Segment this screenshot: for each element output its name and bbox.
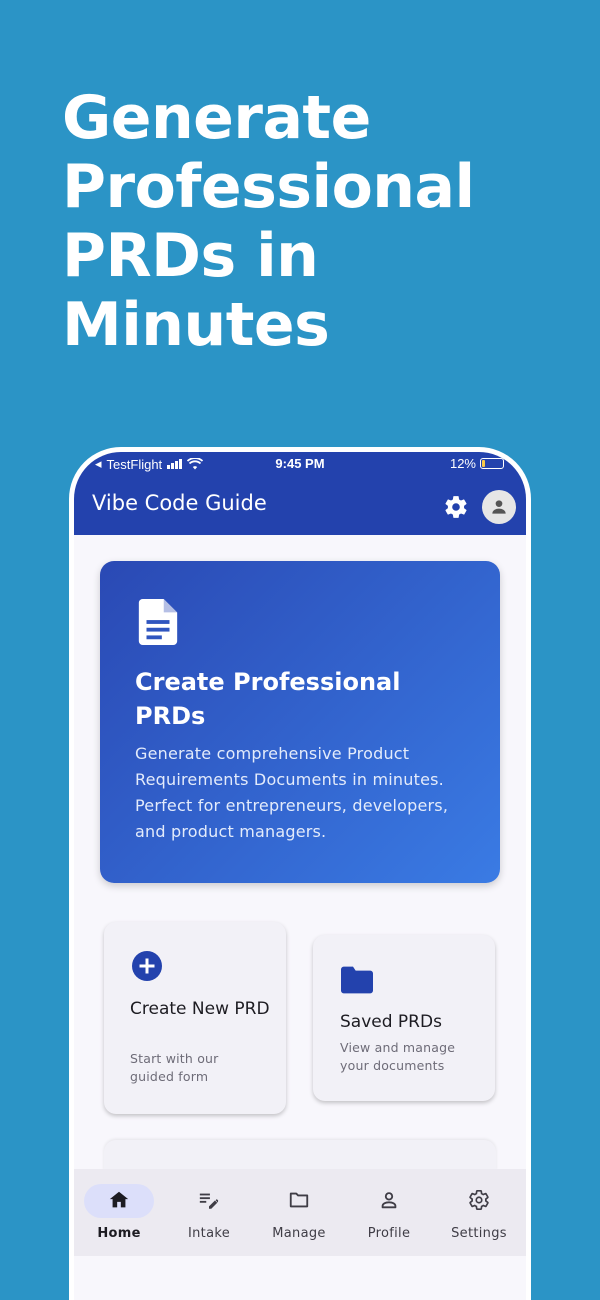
top-app-bar: ◂ TestFlight 9:45 PM 12% Vibe Code Guide bbox=[74, 452, 526, 535]
nav-label: Profile bbox=[367, 1226, 411, 1241]
nav-label: Settings bbox=[451, 1226, 507, 1241]
edit-list-icon bbox=[199, 1193, 219, 1209]
nav-label: Manage bbox=[272, 1226, 326, 1241]
headline: Generate Professional PRDs in Minutes bbox=[62, 83, 475, 360]
nav-label: Home bbox=[97, 1226, 141, 1241]
hero-description: Generate comprehensive Product Requireme… bbox=[135, 744, 449, 841]
saved-card-title: Saved PRDs bbox=[340, 1012, 442, 1032]
status-bar: ◂ TestFlight 9:45 PM 12% bbox=[74, 452, 526, 476]
add-circle-icon bbox=[132, 951, 162, 981]
hero-title: Create Professional PRDs bbox=[135, 668, 401, 730]
nav-item-profile[interactable]: Profile bbox=[344, 1169, 434, 1256]
avatar[interactable] bbox=[482, 490, 516, 524]
nav-item-settings[interactable]: Settings bbox=[434, 1169, 524, 1256]
gear-icon[interactable] bbox=[443, 494, 469, 520]
home-icon bbox=[109, 1191, 129, 1208]
app-title: Vibe Code Guide bbox=[92, 491, 267, 515]
saved-prds-card[interactable]: Saved PRDs View and manage your document… bbox=[313, 935, 495, 1101]
bottom-navigation: Home Intake Manage Profile Settings bbox=[74, 1169, 526, 1256]
nav-item-manage[interactable]: Manage bbox=[254, 1169, 344, 1256]
folder-outline-icon bbox=[289, 1192, 309, 1208]
nav-label: Intake bbox=[188, 1226, 230, 1241]
create-card-subtitle: Start with our guided form bbox=[130, 1051, 219, 1084]
document-icon bbox=[138, 599, 178, 645]
gear-outline-icon bbox=[469, 1190, 489, 1211]
app-screen: ◂ TestFlight 9:45 PM 12% Vibe Code Guide… bbox=[74, 452, 526, 1300]
phone-frame: ◂ TestFlight 9:45 PM 12% Vibe Code Guide… bbox=[69, 447, 531, 1300]
battery-percent: 12% bbox=[449, 456, 476, 471]
create-card-title: Create New PRD bbox=[130, 999, 270, 1019]
person-icon bbox=[492, 500, 506, 514]
create-new-prd-card[interactable]: Create New PRD Start with our guided for… bbox=[104, 922, 286, 1114]
saved-card-subtitle: View and manage your documents bbox=[340, 1040, 456, 1073]
nav-item-home[interactable]: Home bbox=[74, 1169, 164, 1256]
battery-icon bbox=[480, 458, 504, 469]
person-outline-icon bbox=[381, 1192, 397, 1209]
folder-icon bbox=[341, 966, 373, 994]
nav-item-intake[interactable]: Intake bbox=[164, 1169, 254, 1256]
hero-card: Create Professional PRDs Generate compre… bbox=[100, 561, 500, 883]
